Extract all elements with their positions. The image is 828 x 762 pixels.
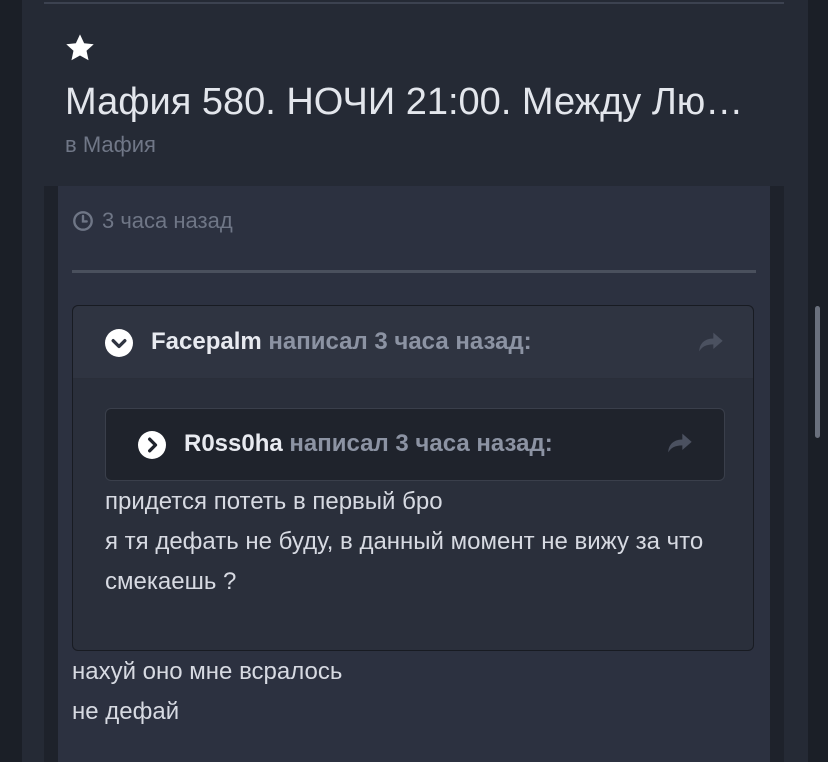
post-timestamp[interactable]: 3 часа назад — [72, 206, 233, 236]
nested-quote-meta: написал 3 часа назад: — [289, 430, 553, 457]
quote-line: придется потеть в первый бро — [105, 488, 443, 515]
nested-quote-citation: R0ss0ha написал 3 часа назад: — [184, 430, 553, 458]
star-icon[interactable] — [63, 32, 97, 64]
post-separator — [72, 270, 756, 273]
clock-icon — [73, 211, 93, 231]
share-icon[interactable] — [666, 431, 694, 455]
quote-citation: Facepalm написал 3 часа назад: — [151, 328, 532, 356]
divider — [44, 2, 784, 4]
quote-meta: написал 3 часа назад: — [268, 328, 532, 355]
quote-header: Facepalm написал 3 часа назад: — [73, 306, 753, 379]
chevron-down-icon[interactable] — [105, 329, 133, 357]
quote-block: Facepalm написал 3 часа назад: R0ss0ha н… — [72, 305, 754, 651]
post-body: нахуй оно мне всралось не дефай — [72, 652, 756, 732]
post-time: 3 часа назад — [102, 208, 233, 233]
forum-prefix: в — [65, 132, 77, 157]
scrollbar-thumb[interactable] — [815, 306, 820, 438]
forum-link[interactable]: Мафия — [83, 132, 156, 157]
quote-line: я тя дефать не буду, в данный момент не … — [105, 528, 704, 555]
post-border-left — [44, 186, 58, 762]
quote-author[interactable]: Facepalm — [151, 328, 262, 355]
nested-quote-block: R0ss0ha написал 3 часа назад: — [105, 408, 725, 481]
quote-line: смекаешь ? — [105, 568, 237, 595]
share-icon[interactable] — [697, 330, 725, 354]
post-line: не дефай — [72, 698, 180, 725]
quote-body: придется потеть в первый бро я тя дефать… — [105, 482, 725, 602]
nested-quote-author[interactable]: R0ss0ha — [184, 430, 283, 457]
forum-breadcrumb: в Мафия — [65, 132, 156, 158]
post-line: нахуй оно мне всралось — [72, 658, 343, 685]
topic-title[interactable]: Мафия 580. НОЧИ 21:00. Между Лю… — [65, 78, 770, 126]
post-border-right — [770, 186, 784, 762]
chevron-right-icon[interactable] — [138, 431, 166, 459]
